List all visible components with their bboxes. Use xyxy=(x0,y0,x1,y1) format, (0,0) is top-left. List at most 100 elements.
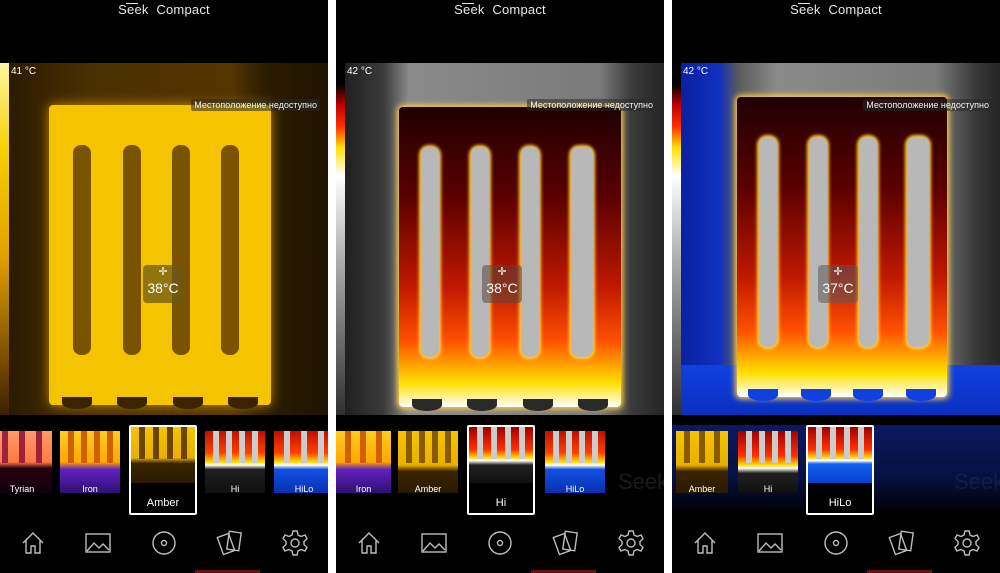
gallery-icon xyxy=(84,529,112,562)
palette-thumb-tyrian[interactable]: Tyrian xyxy=(0,431,52,495)
thermal-image xyxy=(345,63,664,415)
color-scale-bar xyxy=(0,63,9,415)
product-name: Compact xyxy=(828,2,882,17)
palette-thumb-hilo[interactable]: HiLo xyxy=(545,431,605,495)
app-title: Seek Compact xyxy=(336,2,664,17)
app-title: Seek Compact xyxy=(0,2,328,17)
palette-thumb-iron[interactable]: Iron xyxy=(60,431,120,495)
color-scale-bar xyxy=(672,63,681,415)
location-status: Местоположение недоступно xyxy=(863,99,992,111)
seek-watermark: Seek xyxy=(618,469,664,494)
palette-label: Amber xyxy=(146,497,180,509)
thermal-viewer[interactable]: 42 °C Местоположение недоступно ✛ 37°C xyxy=(672,63,1000,415)
phone-screen-hi: Seek Compact 42 °C Местоположение недост… xyxy=(336,0,664,573)
nav-palettes[interactable] xyxy=(884,528,920,564)
palette-label: Iron xyxy=(82,484,98,494)
nav-settings[interactable] xyxy=(949,528,985,564)
spot-meter[interactable]: ✛ 37°C xyxy=(818,265,858,303)
nav-settings[interactable] xyxy=(277,528,313,564)
palette-thumb-amber[interactable]: Amber xyxy=(129,425,197,515)
spot-temp: 38°C xyxy=(147,280,179,296)
spot-temp: 38°C xyxy=(486,280,518,296)
phone-screen-hilo: Seek Compact 42 °C Местоположение недост… xyxy=(672,0,1000,573)
settings-icon xyxy=(617,529,645,562)
location-status: Местоположение недоступно xyxy=(527,99,656,111)
nav-palettes[interactable] xyxy=(548,528,584,564)
max-temp-label: 42 °C xyxy=(347,66,373,77)
palette-thumb-hi[interactable]: Hi xyxy=(738,431,798,495)
nav-home[interactable] xyxy=(687,528,723,564)
palette-thumb-amber[interactable]: Amber xyxy=(398,431,458,495)
bottom-nav xyxy=(672,518,1000,573)
palette-label: Hi xyxy=(230,484,240,494)
nav-capture[interactable] xyxy=(482,528,518,564)
nav-home[interactable] xyxy=(15,528,51,564)
nav-settings[interactable] xyxy=(613,528,649,564)
palette-thumb-iron[interactable]: Iron xyxy=(336,431,391,495)
home-icon xyxy=(19,529,47,562)
home-icon xyxy=(355,529,383,562)
location-status: Местоположение недоступно xyxy=(191,99,320,111)
nav-gallery[interactable] xyxy=(752,528,788,564)
capture-icon xyxy=(150,529,178,562)
palette-label: Iron xyxy=(355,484,372,494)
radiator xyxy=(737,97,947,401)
crosshair-icon: ✛ xyxy=(497,266,507,278)
palette-label: Amber xyxy=(688,484,716,494)
max-temp-label: 41 °C xyxy=(11,66,37,77)
palette-label: Hi xyxy=(495,497,507,509)
palette-picker[interactable]: Tyrian Iron Amber Hi HiLo xyxy=(0,425,328,515)
max-temp-label: 42 °C xyxy=(683,66,709,77)
radiator xyxy=(399,107,621,411)
palette-thumb-hilo[interactable]: HiLo xyxy=(274,431,328,495)
palettes-icon xyxy=(215,529,244,562)
brand-logo: Seek xyxy=(118,2,149,17)
nav-palettes[interactable] xyxy=(212,528,248,564)
palette-picker[interactable]: Iron Amber Hi HiLo Seek xyxy=(336,425,664,515)
settings-icon xyxy=(953,529,981,562)
settings-icon xyxy=(281,529,309,562)
palette-picker[interactable]: Amber Hi HiLo Seek xyxy=(672,425,1000,515)
app-title: Seek Compact xyxy=(672,2,1000,17)
crosshair-icon: ✛ xyxy=(833,266,843,278)
thermal-image xyxy=(9,63,328,415)
spot-temp: 37°C xyxy=(822,280,854,296)
bottom-nav xyxy=(336,518,664,573)
palette-label: HiLo xyxy=(828,497,852,509)
capture-icon xyxy=(486,529,514,562)
palette-thumb-amber[interactable]: Amber xyxy=(676,431,728,495)
spot-meter[interactable]: ✛ 38°C xyxy=(482,265,522,303)
nav-gallery[interactable] xyxy=(80,528,116,564)
color-scale-bar xyxy=(336,63,345,415)
gallery-icon xyxy=(756,529,784,562)
nav-capture[interactable] xyxy=(818,528,854,564)
phone-screen-amber: Seek Compact 41 °C Местоположение недост… xyxy=(0,0,328,573)
product-name: Compact xyxy=(492,2,546,17)
thermal-image xyxy=(681,63,1000,415)
thermal-viewer[interactable]: 42 °C Местоположение недоступно ✛ 38°C xyxy=(336,63,664,415)
nav-home[interactable] xyxy=(351,528,387,564)
nav-capture[interactable] xyxy=(146,528,182,564)
palette-thumb-hi[interactable]: Hi xyxy=(205,431,265,495)
palette-thumb-hilo[interactable]: HiLo xyxy=(806,425,874,515)
product-name: Compact xyxy=(156,2,210,17)
palette-label: Tyrian xyxy=(9,484,35,494)
home-icon xyxy=(691,529,719,562)
palette-label: HiLo xyxy=(565,484,585,494)
palette-label: HiLo xyxy=(294,484,314,494)
palettes-icon xyxy=(887,529,916,562)
crosshair-icon: ✛ xyxy=(158,266,168,278)
capture-icon xyxy=(822,529,850,562)
nav-gallery[interactable] xyxy=(416,528,452,564)
radiator xyxy=(49,105,271,409)
brand-logo: Seek xyxy=(790,2,821,17)
palette-label: Hi xyxy=(763,484,773,494)
seek-watermark: Seek xyxy=(954,469,1000,494)
spot-meter[interactable]: ✛ 38°C xyxy=(143,265,183,303)
palettes-icon xyxy=(551,529,580,562)
palette-thumb-hi[interactable]: Hi xyxy=(467,425,535,515)
bottom-nav xyxy=(0,518,328,573)
brand-logo: Seek xyxy=(454,2,485,17)
thermal-viewer[interactable]: 41 °C Местоположение недоступно ✛ 38°C xyxy=(0,63,328,415)
gallery-icon xyxy=(420,529,448,562)
